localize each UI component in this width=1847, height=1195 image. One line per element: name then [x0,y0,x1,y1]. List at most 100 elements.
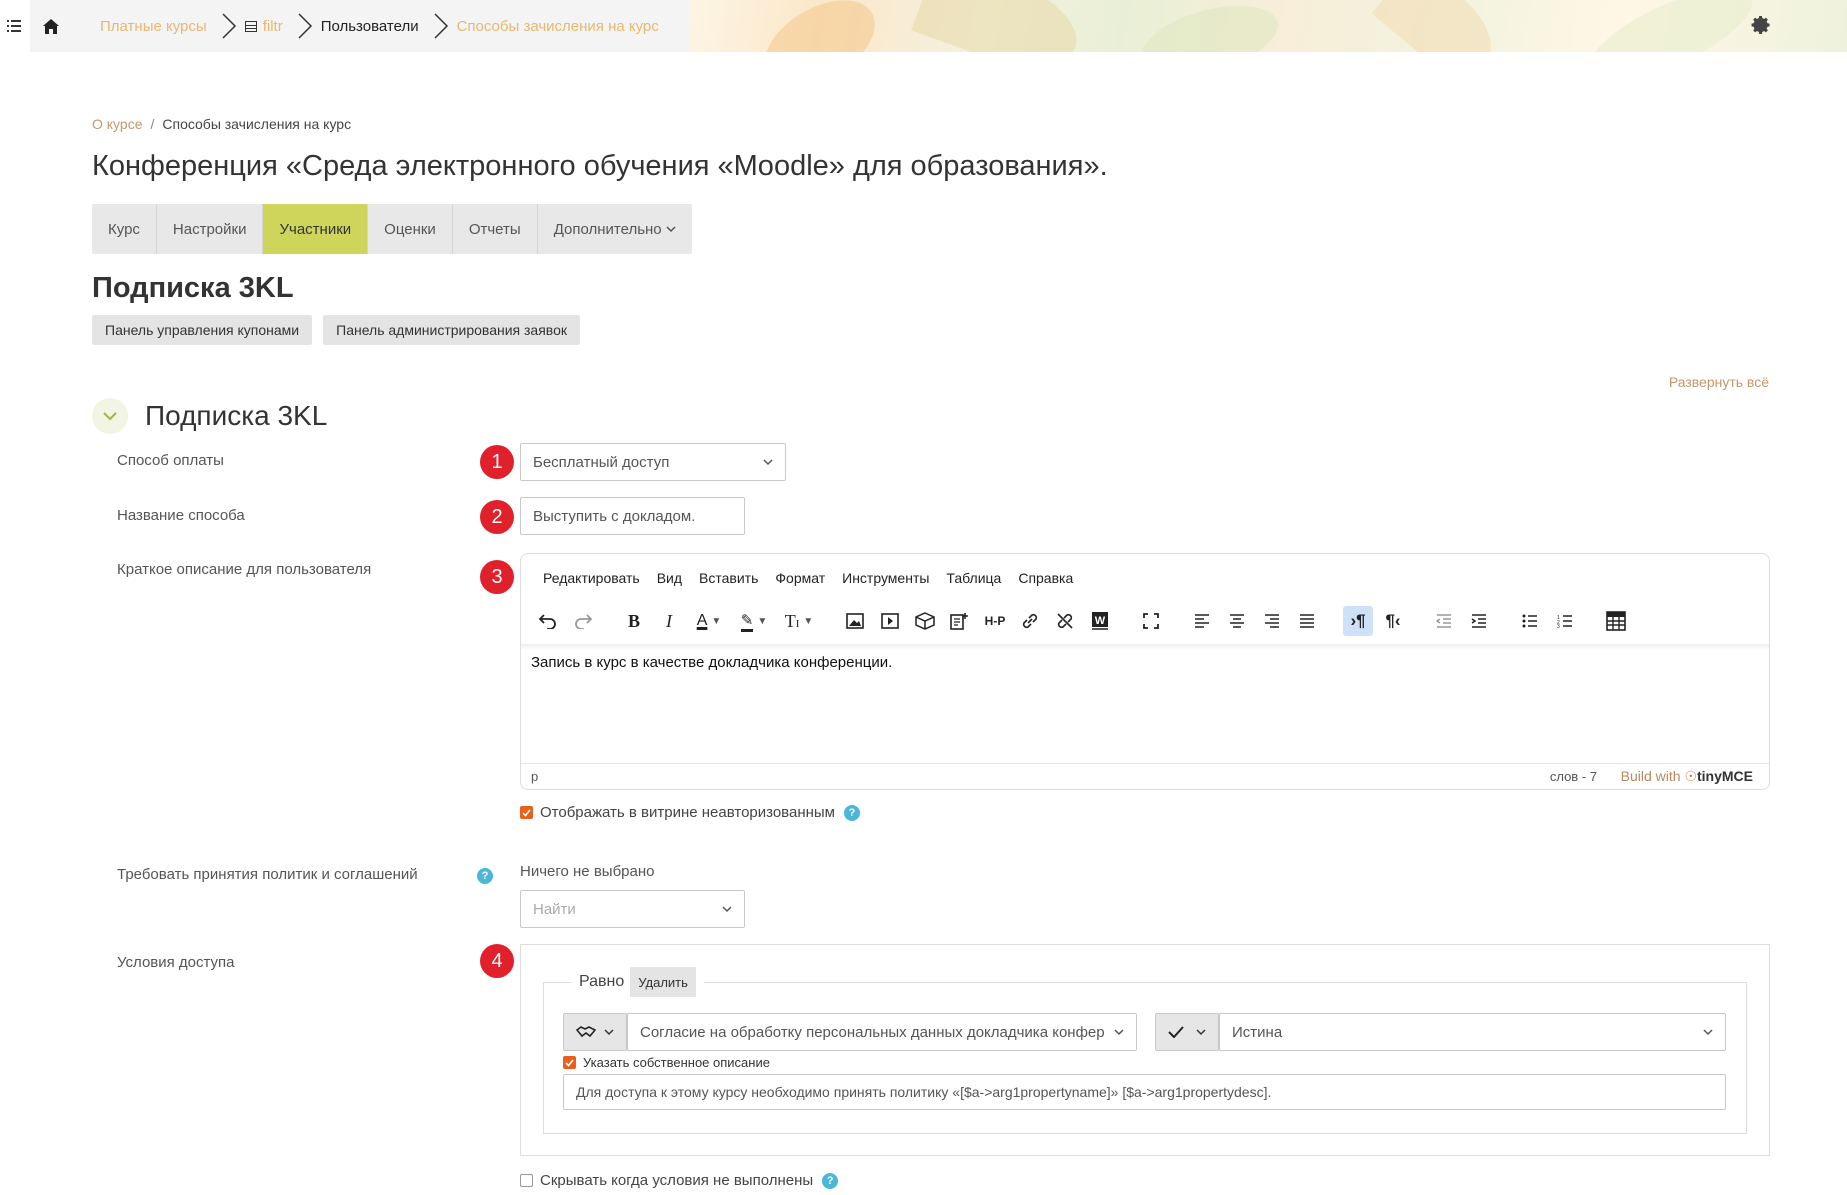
hide-unmet-checkbox[interactable]: Скрывать когда условия не выполнены ? [520,1172,839,1189]
ltr-button[interactable]: ›¶ [1343,606,1373,636]
element-path[interactable]: p [531,769,538,784]
annotation-badge-4: 4 [480,944,514,978]
policies-selection: Ничего не выбрано [520,863,655,880]
bold-button[interactable]: B [619,606,649,636]
help-icon[interactable]: ? [843,804,860,821]
align-right-button[interactable] [1257,606,1287,636]
word-count[interactable]: слов - 7 [1550,769,1597,784]
number-list-button[interactable]: 123 [1550,606,1580,636]
expand-all-link[interactable]: Развернуть всё [1669,374,1769,390]
condition-type-select[interactable] [563,1013,627,1051]
chevron-down-icon [722,906,732,913]
tab-more[interactable]: Дополнительно [538,204,692,254]
own-description-checkbox[interactable]: Указать собственное описание [563,1055,770,1070]
font-size-button[interactable]: TI ▼ [779,606,819,636]
rtl-icon: ¶‹ [1385,611,1401,630]
menu-edit[interactable]: Редактировать [543,570,640,586]
requests-button[interactable]: Панель администрирования заявок [323,315,580,345]
media-icon [881,613,899,629]
doc-icon [950,613,968,630]
tab-settings[interactable]: Настройки [157,204,264,254]
handshake-icon [576,1026,596,1038]
italic-button[interactable]: I [654,606,684,636]
coupons-button[interactable]: Панель управления купонами [92,315,313,345]
word-paste-button[interactable]: W [1085,606,1115,636]
collapse-toggle[interactable] [92,398,128,434]
own-description-input[interactable]: Для доступа к этому курсу необходимо при… [563,1074,1726,1110]
h5p-icon: H-P [984,614,1006,628]
document-button[interactable] [945,606,975,636]
built-with-label: Build with [1620,768,1681,784]
breadcrumb-about-course[interactable]: О курсе [92,116,142,132]
h5p-button[interactable]: H-P [980,606,1010,636]
menu-view[interactable]: Вид [657,570,682,586]
chevron-down-icon [1703,1029,1713,1036]
crumb-filtr[interactable]: filtr [217,0,293,52]
checkbox-unchecked[interactable] [520,1174,533,1187]
menu-table[interactable]: Таблица [946,570,1001,586]
menu-tools[interactable]: Инструменты [842,570,929,586]
highlight-button[interactable]: ✎ ▼ [734,606,774,636]
crumb-users[interactable]: Пользователи [293,0,429,52]
tab-participants[interactable]: Участники [263,204,369,254]
tab-reports[interactable]: Отчеты [453,204,538,254]
help-icon[interactable]: ? [477,868,493,884]
link-button[interactable] [1015,606,1045,636]
justify-button[interactable] [1292,606,1322,636]
fullscreen-icon [1143,613,1159,629]
tab-more-label: Дополнительно [553,220,662,238]
chevron-down-icon [103,412,117,421]
align-center-icon [1230,614,1244,628]
crumb-enrol-methods[interactable]: Способы зачисления на курс [429,0,669,52]
image-button[interactable] [840,606,870,636]
3d-button[interactable] [910,606,940,636]
policies-search[interactable]: Найти [520,890,745,928]
align-right-icon [1265,614,1279,628]
tab-course[interactable]: Курс [92,204,157,254]
menu-format[interactable]: Формат [775,570,825,586]
editor-content[interactable]: Запись в курс в качестве докладчика конф… [531,654,892,671]
crumb-paid-courses[interactable]: Платные курсы [72,0,217,52]
access-label: Условия доступа [117,954,235,971]
align-center-button[interactable] [1222,606,1252,636]
home-button[interactable] [30,0,72,52]
delete-condition-button[interactable]: Удалить [630,967,696,997]
media-button[interactable] [875,606,905,636]
condition-op-select[interactable] [1155,1013,1219,1051]
redo-button[interactable] [568,606,598,636]
checkbox-checked[interactable] [563,1056,576,1069]
rich-text-editor: Редактировать Вид Вставить Формат Инстру… [520,553,1770,790]
show-unauth-checkbox[interactable]: Отображать в витрине неавторизованным ? [520,804,860,821]
tinymce-branding[interactable]: Build with ☉tinyMCE [1621,768,1753,785]
undo-button[interactable] [533,606,563,636]
home-icon [43,18,59,34]
rtl-button[interactable]: ¶‹ [1378,606,1408,636]
unlink-button[interactable] [1050,606,1080,636]
payment-select[interactable]: Бесплатный доступ [520,443,786,481]
condition-value: Истина [1232,1023,1283,1041]
bullet-list-button[interactable] [1515,606,1545,636]
fullscreen-button[interactable] [1136,606,1166,636]
align-left-button[interactable] [1187,606,1217,636]
indent-button[interactable] [1464,606,1494,636]
editor-statusbar: p слов - 7 Build with ☉tinyMCE [521,763,1769,789]
chevron-right-icon [222,13,236,39]
menu-button[interactable] [0,0,28,52]
condition-value-select[interactable]: Истина [1219,1013,1726,1051]
text-color-button[interactable]: A ▼ [689,606,729,636]
menu-insert[interactable]: Вставить [699,570,758,586]
name-input[interactable]: Выступить с докладом. [520,497,745,535]
outdent-button[interactable] [1429,606,1459,636]
help-icon[interactable]: ? [822,1172,839,1189]
chevron-down-icon [666,226,676,233]
course-tabs: Курс Настройки Участники Оценки Отчеты Д… [92,204,692,254]
number-list-icon: 123 [1557,615,1572,628]
condition-field-select[interactable]: Согласие на обработку персональных данны… [627,1013,1137,1051]
calculator-button[interactable] [1601,606,1631,636]
tab-grades[interactable]: Оценки [368,204,453,254]
policies-label: Требовать принятия политик и соглашений [117,866,418,883]
menu-help[interactable]: Справка [1018,570,1073,586]
checkbox-checked[interactable] [520,806,533,819]
fieldset-header: Подписка 3KL [92,398,327,434]
settings-button[interactable] [1750,14,1772,42]
